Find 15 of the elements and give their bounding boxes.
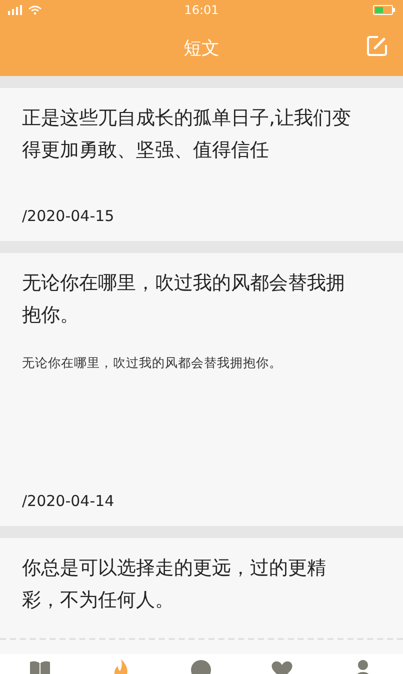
battery-icon bbox=[373, 5, 395, 15]
post-date: /2020-04-15 bbox=[22, 207, 116, 225]
post-title: 无论你在哪里，吹过我的风都会替我拥抱你。 bbox=[22, 271, 346, 328]
post-title: 正是这些兀自成长的孤单日子,让我们变得更加勇敢、坚强、值得信任 bbox=[22, 106, 352, 163]
post-date: /2020-04-14 bbox=[22, 492, 116, 510]
post-card[interactable]: 你总是可以选择走的更远，过的更精彩，不为任何人。 bbox=[0, 538, 403, 654]
signal-icon bbox=[8, 5, 22, 15]
page-title: 短文 bbox=[184, 37, 220, 60]
post-card[interactable]: 正是这些兀自成长的孤单日子,让我们变得更加勇敢、坚强、值得信任 /2020-04-15 bbox=[0, 88, 403, 241]
post-card[interactable]: 无论你在哪里，吹过我的风都会替我拥抱你。 无论你在哪里，吹过我的风都会替我拥抱你。 /2020-04-14 bbox=[0, 253, 403, 526]
wifi-icon bbox=[28, 5, 42, 15]
post-title: 你总是可以选择走的更远，过的更精彩，不为任何人。 bbox=[22, 556, 327, 613]
edit-icon bbox=[365, 34, 389, 58]
status-time: 16:01 bbox=[183, 3, 220, 17]
post-text: 无论你在哪里，吹过我的风都会替我拥抱你。 bbox=[22, 355, 283, 372]
